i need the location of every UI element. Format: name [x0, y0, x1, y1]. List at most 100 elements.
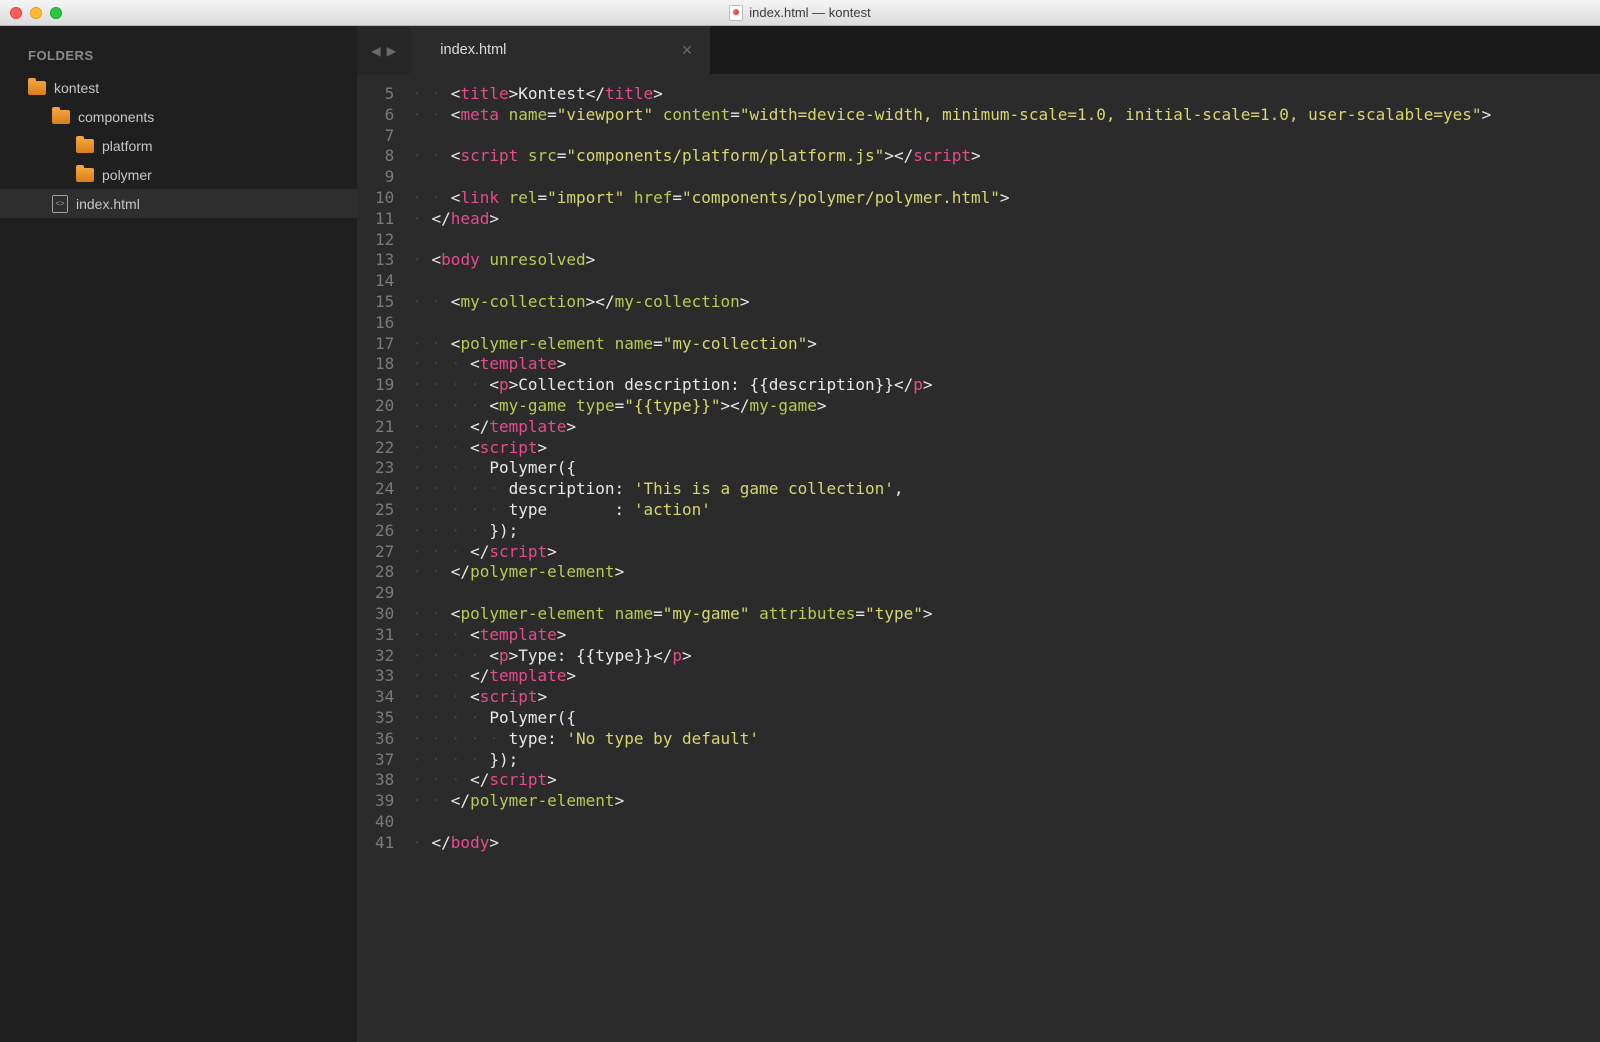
editor-main: ◀ ▶ index.html × 56789101112131415161718… [357, 26, 1600, 1042]
folder-item[interactable]: platform [0, 131, 357, 160]
code-line[interactable]: · · · <script> [412, 687, 1600, 708]
sidebar: FOLDERS kontest components platform polymer… [0, 26, 357, 1042]
line-number: 23 [375, 458, 394, 479]
code-line[interactable]: · · · · Polymer({ [412, 708, 1600, 729]
code-line[interactable]: · · · </script> [412, 770, 1600, 791]
code-line[interactable] [412, 271, 1600, 292]
code-line[interactable]: · · · · · type: 'No type by default' [412, 729, 1600, 750]
line-number: 17 [375, 334, 394, 355]
folder-icon [76, 139, 94, 153]
tab-bar: ◀ ▶ index.html × [357, 26, 1600, 74]
line-number: 9 [375, 167, 394, 188]
code-line[interactable]: · · · · · type : 'action' [412, 500, 1600, 521]
line-number: 30 [375, 604, 394, 625]
code-line[interactable]: · </head> [412, 209, 1600, 230]
line-number-gutter: 5678910111213141516171819202122232425262… [357, 74, 406, 1042]
code-line[interactable]: · · · <template> [412, 625, 1600, 646]
line-number: 11 [375, 209, 394, 230]
line-number: 6 [375, 105, 394, 126]
line-number: 36 [375, 729, 394, 750]
line-number: 35 [375, 708, 394, 729]
code-line[interactable] [412, 583, 1600, 604]
tab-nav-arrows: ◀ ▶ [357, 26, 410, 74]
code-content[interactable]: · · <title>Kontest</title>· · <meta name… [406, 74, 1600, 1042]
line-number: 16 [375, 313, 394, 334]
file-tree: kontest components platform polymer index.ht… [0, 73, 357, 218]
line-number: 41 [375, 833, 394, 854]
code-line[interactable]: · · <polymer-element name="my-collection… [412, 334, 1600, 355]
code-line[interactable]: · · · · <p>Type: {{type}}</p> [412, 646, 1600, 667]
code-line[interactable]: · · · <script> [412, 438, 1600, 459]
line-number: 25 [375, 500, 394, 521]
code-line[interactable]: · · </polymer-element> [412, 562, 1600, 583]
code-line[interactable]: · · · · <p>Collection description: {{des… [412, 375, 1600, 396]
code-line[interactable] [412, 126, 1600, 147]
line-number: 7 [375, 126, 394, 147]
file-item[interactable]: index.html [0, 189, 357, 218]
tree-item-label: platform [102, 138, 153, 154]
document-icon [729, 5, 743, 21]
line-number: 31 [375, 625, 394, 646]
tree-item-label: index.html [76, 196, 140, 212]
code-line[interactable]: · · · <template> [412, 354, 1600, 375]
zoom-window-button[interactable] [50, 7, 62, 19]
tab-label: index.html [440, 42, 506, 58]
line-number: 29 [375, 583, 394, 604]
folder-icon [52, 110, 70, 124]
line-number: 39 [375, 791, 394, 812]
folder-icon [76, 168, 94, 182]
folder-item[interactable]: polymer [0, 160, 357, 189]
line-number: 21 [375, 417, 394, 438]
code-line[interactable]: · · <link rel="import" href="components/… [412, 188, 1600, 209]
titlebar: index.html — kontest [0, 0, 1600, 26]
line-number: 22 [375, 438, 394, 459]
code-line[interactable]: · · <script src="components/platform/pla… [412, 146, 1600, 167]
minimize-window-button[interactable] [30, 7, 42, 19]
folder-icon [28, 81, 46, 95]
close-tab-icon[interactable]: × [682, 40, 693, 61]
close-window-button[interactable] [10, 7, 22, 19]
nav-forward-icon[interactable]: ▶ [387, 41, 397, 60]
line-number: 34 [375, 687, 394, 708]
code-line[interactable]: · · <my-collection></my-collection> [412, 292, 1600, 313]
code-line[interactable]: · · · </template> [412, 417, 1600, 438]
code-line[interactable]: · · · · <my-game type="{{type}}"></my-ga… [412, 396, 1600, 417]
code-line[interactable]: · · <title>Kontest</title> [412, 84, 1600, 105]
code-line[interactable] [412, 313, 1600, 334]
line-number: 5 [375, 84, 394, 105]
code-line[interactable]: · </body> [412, 833, 1600, 854]
line-number: 15 [375, 292, 394, 313]
tree-item-label: kontest [54, 80, 99, 96]
code-line[interactable]: · · </polymer-element> [412, 791, 1600, 812]
line-number: 18 [375, 354, 394, 375]
line-number: 28 [375, 562, 394, 583]
editor-window: FOLDERS kontest components platform polymer… [0, 26, 1600, 1042]
code-line[interactable]: · · <meta name="viewport" content="width… [412, 105, 1600, 126]
code-line[interactable]: · · <polymer-element name="my-game" attr… [412, 604, 1600, 625]
window-title-text: index.html — kontest [749, 5, 870, 20]
code-line[interactable]: · · · </template> [412, 666, 1600, 687]
line-number: 10 [375, 188, 394, 209]
sidebar-header: FOLDERS [0, 26, 357, 73]
code-line[interactable]: · · · · }); [412, 750, 1600, 771]
tab-active[interactable]: index.html × [410, 26, 710, 74]
code-line[interactable] [412, 167, 1600, 188]
code-line[interactable]: · · · · Polymer({ [412, 458, 1600, 479]
code-line[interactable] [412, 230, 1600, 251]
window-controls [10, 7, 62, 19]
line-number: 40 [375, 812, 394, 833]
code-line[interactable] [412, 812, 1600, 833]
line-number: 37 [375, 750, 394, 771]
code-area[interactable]: 5678910111213141516171819202122232425262… [357, 74, 1600, 1042]
code-line[interactable]: · · · · · description: 'This is a game c… [412, 479, 1600, 500]
code-line[interactable]: · · · </script> [412, 542, 1600, 563]
folder-item[interactable]: components [0, 102, 357, 131]
line-number: 33 [375, 666, 394, 687]
code-line[interactable]: · · · · }); [412, 521, 1600, 542]
nav-back-icon[interactable]: ◀ [371, 41, 381, 60]
code-line[interactable]: · <body unresolved> [412, 250, 1600, 271]
line-number: 27 [375, 542, 394, 563]
line-number: 38 [375, 770, 394, 791]
folder-item[interactable]: kontest [0, 73, 357, 102]
tree-item-label: polymer [102, 167, 152, 183]
